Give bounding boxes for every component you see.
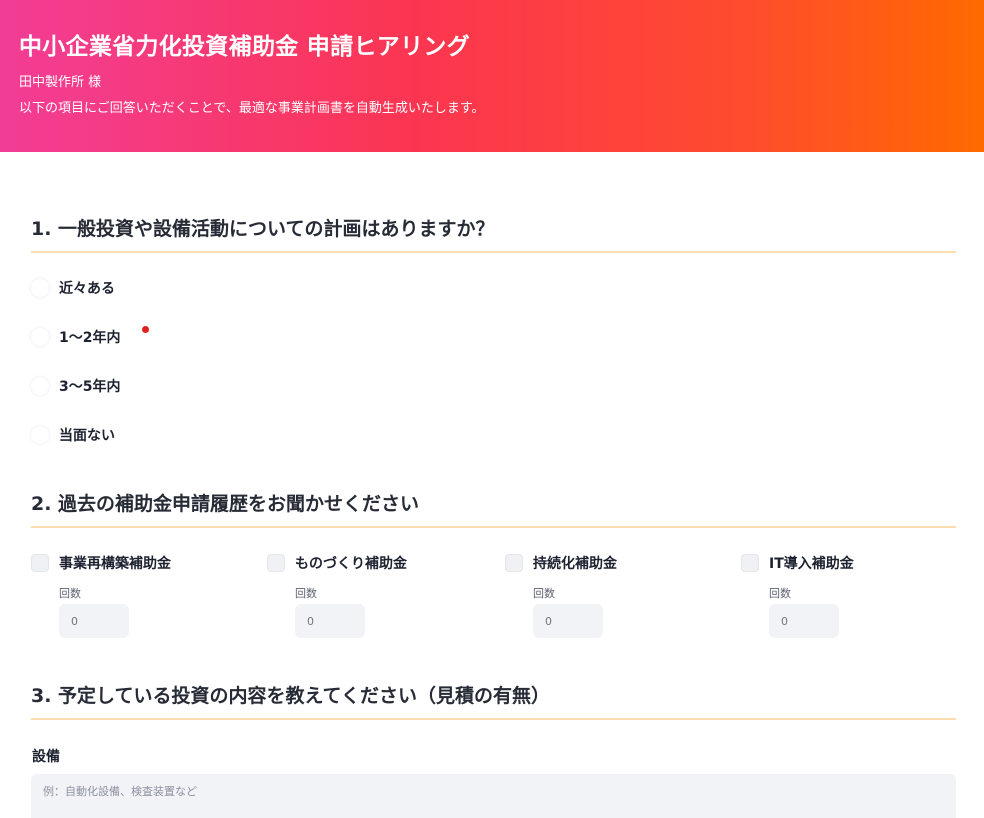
subsidy-item-monozukuri: ものづくり補助金 回数	[267, 552, 467, 638]
question-3-title: 3. 予定している投資の内容を教えてください（見積の有無）	[31, 682, 956, 720]
checkbox-label: 事業再構築補助金	[59, 556, 171, 572]
radio-label: 当面ない	[59, 428, 115, 444]
checkbox-row[interactable]: 持続化補助金	[505, 552, 705, 574]
count-label: 回数	[533, 587, 555, 600]
subsidy-item-it-introduction: IT導入補助金 回数	[741, 552, 941, 638]
count-input[interactable]	[533, 604, 603, 638]
client-name: 田中製作所 様	[19, 75, 102, 90]
checkbox[interactable]	[741, 554, 759, 572]
page-title: 中小企業省力化投資補助金 申請ヒアリング	[19, 34, 471, 60]
radio-button[interactable]	[31, 377, 49, 395]
radio-label: 3〜5年内	[59, 379, 121, 395]
question-2-title: 2. 過去の補助金申請履歴をお聞かせください	[31, 490, 956, 528]
checkbox-row[interactable]: IT導入補助金	[741, 552, 941, 574]
radio-option-1-2-years[interactable]: 1〜2年内	[31, 326, 120, 348]
page-description: 以下の項目にご回答いただくことで、最適な事業計画書を自動生成いたします。	[19, 101, 485, 116]
equipment-textarea[interactable]	[31, 774, 956, 818]
radio-button[interactable]	[31, 328, 49, 346]
count-label: 回数	[769, 587, 791, 600]
count-label: 回数	[295, 587, 317, 600]
subsidy-item-restructuring: 事業再構築補助金 回数	[31, 552, 231, 638]
radio-option-none[interactable]: 当面ない	[31, 424, 115, 446]
question-1-title: 1. 一般投資や設備活動についての計画はありますか？	[31, 215, 956, 253]
checkbox[interactable]	[267, 554, 285, 572]
subsidy-item-jizokuka: 持続化補助金 回数	[505, 552, 705, 638]
radio-label: 近々ある	[59, 281, 115, 297]
count-input[interactable]	[295, 604, 365, 638]
radio-option-soon[interactable]: 近々ある	[31, 277, 115, 299]
checkbox-label: ものづくり補助金	[295, 556, 407, 572]
checkbox-row[interactable]: 事業再構築補助金	[31, 552, 231, 574]
radio-button[interactable]	[31, 279, 49, 297]
checkbox-label: IT導入補助金	[769, 556, 854, 572]
checkbox-row[interactable]: ものづくり補助金	[267, 552, 467, 574]
count-input[interactable]	[769, 604, 839, 638]
checkbox[interactable]	[31, 554, 49, 572]
radio-option-3-5-years[interactable]: 3〜5年内	[31, 375, 120, 397]
radio-label: 1〜2年内	[59, 330, 121, 346]
cursor-indicator-dot	[142, 326, 149, 333]
count-label: 回数	[59, 587, 81, 600]
radio-button[interactable]	[31, 426, 49, 444]
page-header: 中小企業省力化投資補助金 申請ヒアリング 田中製作所 様 以下の項目にご回答いた…	[0, 0, 984, 152]
count-input[interactable]	[59, 604, 129, 638]
checkbox-label: 持続化補助金	[533, 556, 617, 572]
equipment-label: 設備	[32, 749, 60, 765]
checkbox[interactable]	[505, 554, 523, 572]
